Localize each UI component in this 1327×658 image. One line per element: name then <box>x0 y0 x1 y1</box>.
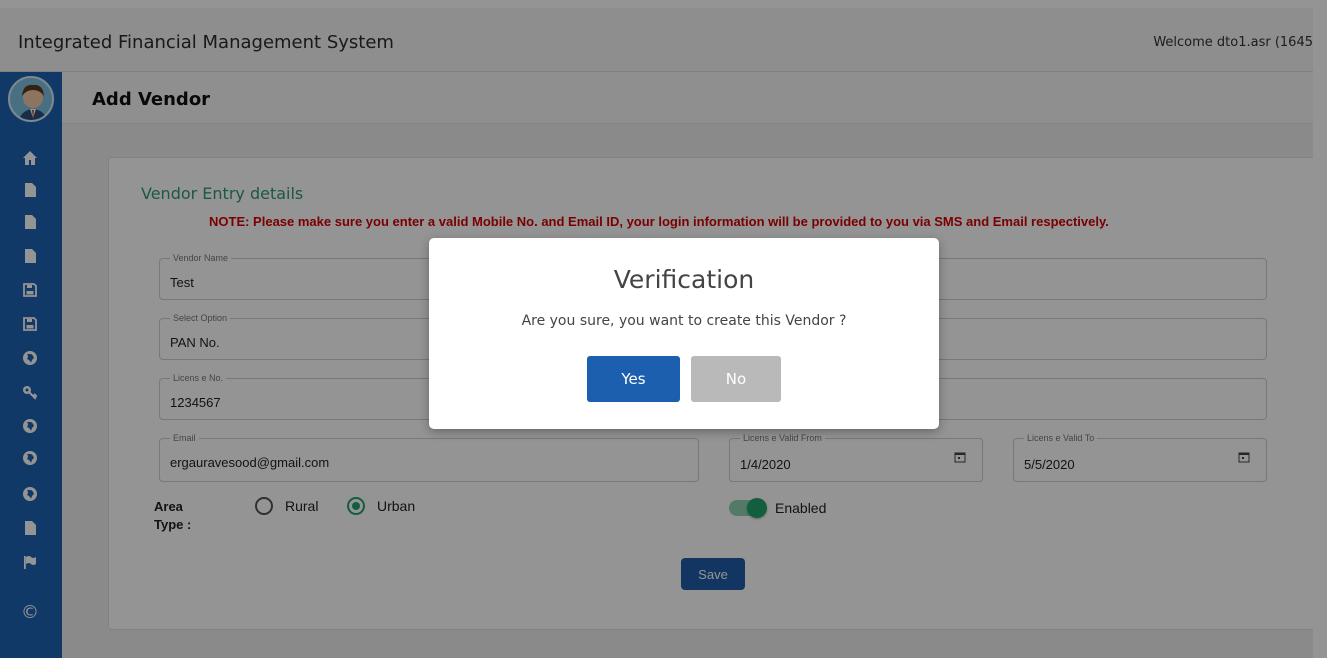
modal-backdrop[interactable]: Verification Are you sure, you want to c… <box>0 0 1327 658</box>
yes-button[interactable]: Yes <box>587 356 680 402</box>
dialog-message: Are you sure, you want to create this Ve… <box>521 313 847 329</box>
dialog-title: Verification <box>613 265 755 294</box>
verification-dialog: Verification Are you sure, you want to c… <box>429 238 939 429</box>
no-button[interactable]: No <box>691 356 781 402</box>
